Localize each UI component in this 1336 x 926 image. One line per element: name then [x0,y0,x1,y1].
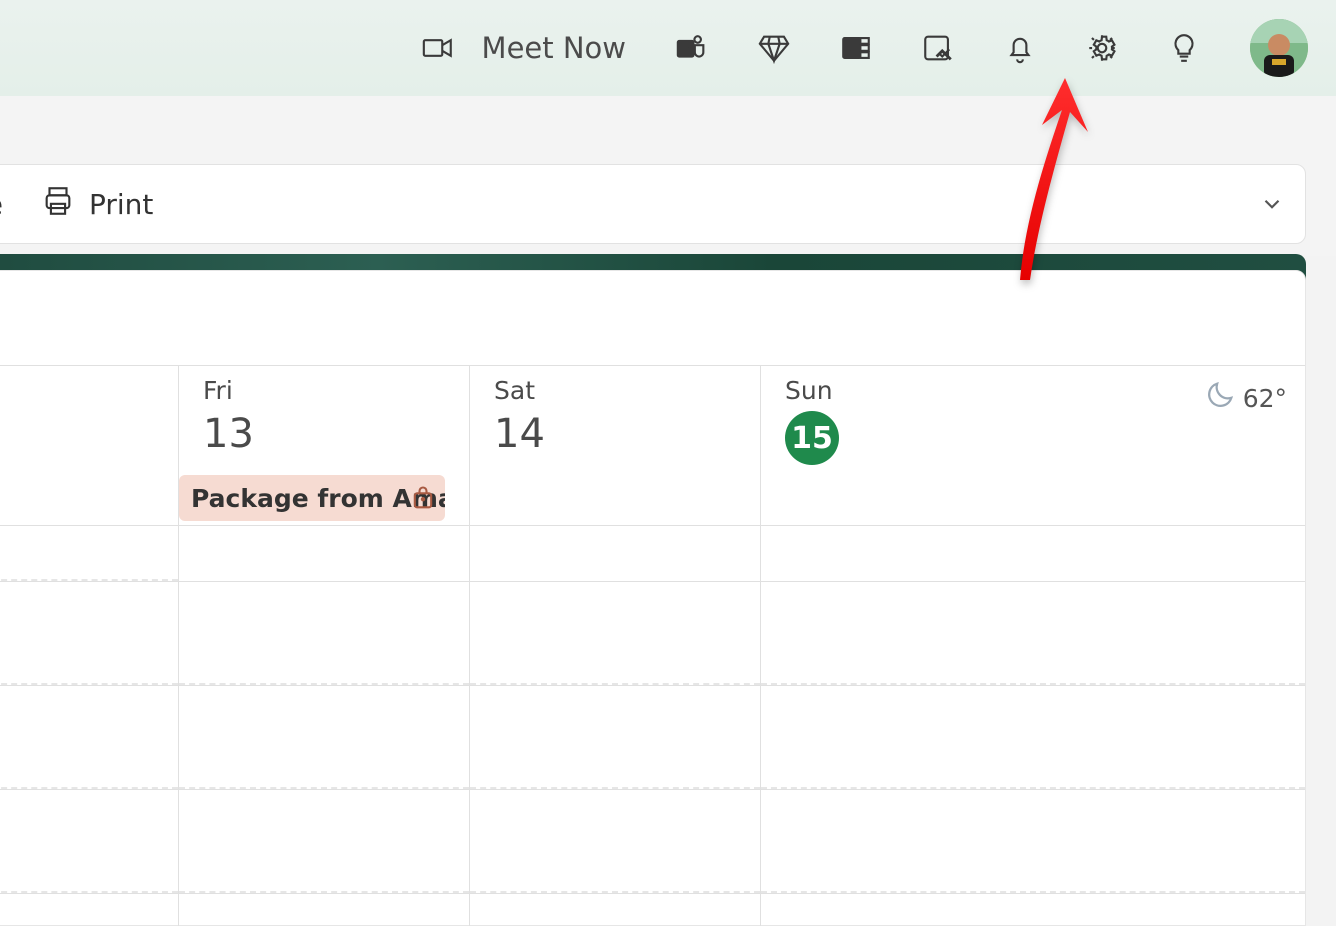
partial-day-column[interactable] [0,365,179,525]
calendar-event[interactable]: Package from Ama [179,475,445,521]
profile-avatar[interactable] [1250,19,1308,77]
event-title: Package from Ama [191,484,445,513]
command-bar: e Print [0,164,1306,244]
grid-row[interactable] [0,789,1305,893]
todo-icon[interactable] [914,24,962,72]
meet-now-label: Meet Now [482,31,626,65]
print-label: Print [89,188,153,221]
premium-diamond-icon[interactable] [750,24,798,72]
command-bar-expand[interactable] [1259,191,1285,217]
day-name: Fri [203,376,445,405]
time-grid [0,525,1305,925]
day-name: Sat [494,376,736,405]
onenote-icon[interactable]: N [832,24,880,72]
partial-prev-button[interactable]: e [0,188,3,221]
teams-icon[interactable]: T [668,24,716,72]
grid-row[interactable] [0,525,1305,581]
toolbar-area: e Print [0,96,1336,256]
weather-temp: 62° [1243,384,1287,413]
day-number: 14 [494,411,736,457]
day-number: 13 [203,411,445,457]
chevron-down-icon [1259,202,1285,221]
moon-icon [1203,378,1237,418]
day-column-sat[interactable]: Sat 14 [470,365,761,525]
day-header-row: Fri 13 Package from Ama Sat 14 Sun 15 [0,365,1305,525]
meet-now-button[interactable]: Meet Now [414,24,626,72]
day-column-fri[interactable]: Fri 13 Package from Ama [179,365,470,525]
calendar-surface: Fri 13 Package from Ama Sat 14 Sun 15 [0,270,1306,926]
svg-text:N: N [847,42,857,56]
printer-icon [41,184,75,225]
gear-icon[interactable] [1078,24,1126,72]
package-icon [409,484,437,512]
grid-row[interactable] [0,893,1305,926]
svg-text:T: T [681,42,690,56]
bell-icon[interactable] [996,24,1044,72]
print-button[interactable]: Print [41,184,153,225]
video-icon [414,24,462,72]
day-number-today: 15 [785,411,839,465]
weather-badge[interactable]: 62° [1203,378,1287,418]
grid-row[interactable] [0,581,1305,685]
app-header: Meet Now T N [0,0,1336,96]
day-column-sun[interactable]: Sun 15 62° [761,365,1305,525]
grid-row[interactable] [0,685,1305,789]
lightbulb-icon[interactable] [1160,24,1208,72]
